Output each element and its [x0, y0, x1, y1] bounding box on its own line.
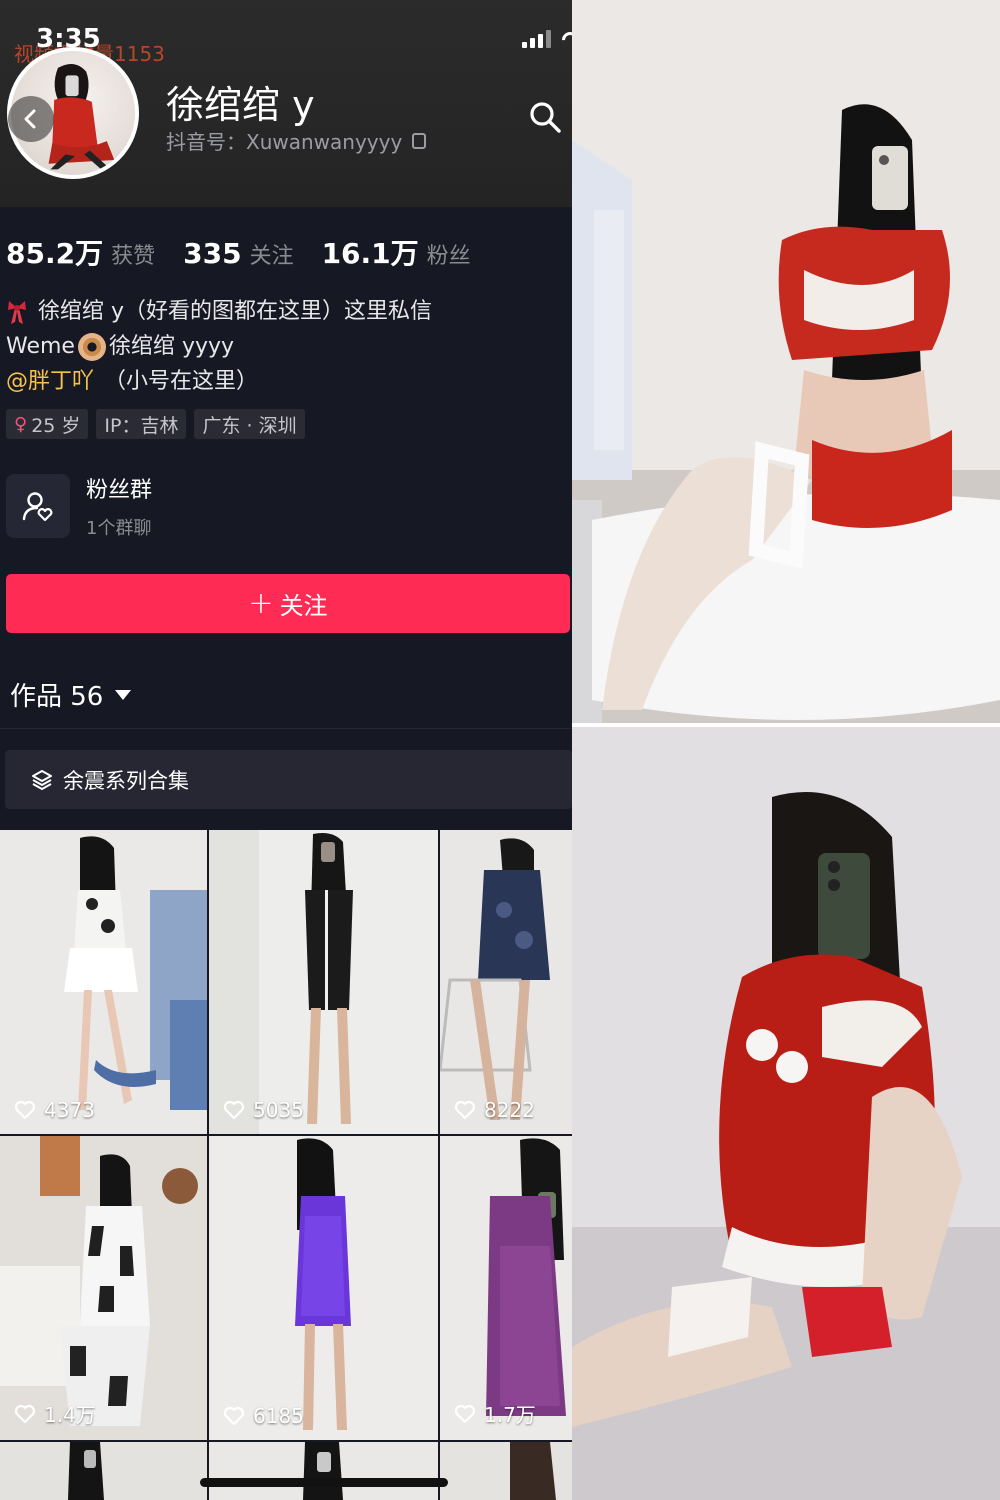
fan-group-text: 粉丝群 1个群聊: [86, 472, 152, 540]
bio-text: （小号在这里）: [104, 369, 259, 394]
thumbnail-image: [209, 830, 438, 1134]
bio-text: Weme: [6, 334, 75, 359]
female-icon: ♀: [14, 413, 28, 435]
bio-line: @胖丁吖 （小号在这里）: [6, 364, 566, 399]
thumbnail-image: [0, 1442, 207, 1500]
like-value: 1.4万: [44, 1403, 96, 1427]
location-tag: 广东 · 深圳: [194, 409, 305, 439]
thumbnail-image: [440, 1442, 572, 1500]
like-value: 1.7万: [484, 1403, 536, 1427]
age-text: 25 岁: [31, 414, 81, 437]
stat-value: 85.2万: [6, 237, 104, 270]
fan-group-title: 粉丝群: [86, 478, 153, 503]
fan-group-icon-box: [6, 474, 70, 538]
heart-icon: [14, 1100, 36, 1120]
back-icon: [24, 109, 36, 129]
video-thumbnail[interactable]: [0, 1442, 207, 1500]
like-count: 8222: [454, 1098, 535, 1122]
photo-image: [572, 0, 1000, 723]
wifi-icon: [558, 28, 572, 52]
video-thumbnail[interactable]: [209, 1442, 438, 1500]
thumbnail-image: [209, 1442, 438, 1500]
ip-tag: IP：吉林: [96, 409, 187, 439]
collection-bar[interactable]: 余震系列合集: [5, 750, 572, 809]
works-grid: 4373 5035 8222 1.4万 6185 1.7万: [0, 830, 572, 1500]
heart-icon: [14, 1404, 36, 1423]
plus-icon: +: [248, 585, 274, 621]
video-thumbnail[interactable]: 5035: [209, 830, 438, 1134]
bio-text: 徐绾绾 y（好看的图都在这里）这里私信: [38, 299, 433, 324]
age-tag: ♀ 25 岁: [6, 409, 89, 439]
profile-tags: ♀ 25 岁 IP：吉林 广东 · 深圳: [6, 409, 305, 439]
profile-name: 徐绾绾 y: [166, 83, 315, 127]
heart-icon: [454, 1404, 476, 1423]
works-tab[interactable]: 作品 56: [10, 676, 132, 713]
stat-value: 16.1万: [321, 237, 419, 270]
like-count: 1.7万: [454, 1399, 536, 1428]
stat-followers[interactable]: 16.1万 粉丝: [322, 232, 471, 272]
like-count: 5035: [223, 1098, 304, 1122]
ip-text: IP：吉林: [104, 414, 179, 437]
follow-label: 关注: [279, 592, 328, 620]
thumbnail-image: [440, 1136, 572, 1440]
back-button[interactable]: [8, 96, 54, 142]
thumbnail-image: [0, 1136, 207, 1440]
stat-label: 关注: [249, 244, 294, 269]
heart-icon: [223, 1406, 245, 1426]
mention-link[interactable]: @胖丁吖: [6, 364, 94, 399]
profile-header: 视频播放量1153 3:35 徐绾绾 y 抖音: [0, 0, 572, 207]
video-thumbnail[interactable]: 8222: [440, 830, 572, 1134]
stat-label: 获赞: [111, 244, 156, 269]
follow-button[interactable]: + 关注: [6, 574, 570, 633]
video-thumbnail[interactable]: [440, 1442, 572, 1500]
profile-bio: 徐绾绾 y（好看的图都在这里）这里私信 Weme 徐绾绾 yyyy @胖丁吖 （…: [6, 294, 566, 399]
works-label: 作品 56: [10, 682, 104, 712]
handle-row: 抖音号：Xuwanwanyyyy: [166, 126, 427, 155]
video-thumbnail[interactable]: 1.7万: [440, 1136, 572, 1440]
donut-icon: [77, 332, 106, 361]
handle-text: 抖音号：Xuwanwanyyyy: [166, 130, 403, 154]
video-thumbnail[interactable]: 4373: [0, 830, 207, 1134]
video-thumbnail[interactable]: 1.4万: [0, 1136, 207, 1440]
stat-following[interactable]: 335 关注: [183, 237, 293, 270]
fan-group-subtitle: 1个群聊: [86, 518, 152, 539]
thumbnail-image: [209, 1136, 438, 1440]
photo-bottom: [572, 727, 1000, 1500]
signal-icon: [522, 42, 527, 48]
search-icon[interactable]: [528, 100, 562, 134]
location-text: 广东 · 深圳: [202, 414, 297, 437]
heart-icon: [454, 1100, 476, 1120]
copy-icon[interactable]: [412, 132, 427, 149]
like-count: 6185: [223, 1404, 304, 1428]
home-indicator[interactable]: [200, 1478, 448, 1487]
collection-label: 余震系列合集: [63, 768, 189, 793]
video-thumbnail[interactable]: 6185: [209, 1136, 438, 1440]
like-value: 8222: [484, 1098, 535, 1122]
divider: [0, 728, 572, 729]
heart-icon: [223, 1100, 245, 1120]
status-icons: [522, 28, 572, 52]
stat-label: 粉丝: [426, 244, 471, 269]
ribbon-icon: [8, 300, 26, 324]
caret-down-icon: [115, 689, 132, 700]
like-count: 4373: [14, 1098, 95, 1122]
photo-image: [572, 727, 1000, 1500]
stat-likes[interactable]: 85.2万 获赞: [6, 232, 155, 272]
bio-text: 徐绾绾 yyyy: [108, 334, 235, 359]
like-count: 1.4万: [14, 1399, 96, 1428]
bio-line: Weme 徐绾绾 yyyy: [6, 329, 566, 364]
thumbnail-image: [0, 830, 207, 1134]
fan-group-entry[interactable]: 粉丝群 1个群聊: [6, 472, 152, 540]
like-value: 4373: [44, 1098, 95, 1122]
stat-value: 335: [183, 237, 242, 270]
profile-stats: 85.2万 获赞 335 关注 16.1万 粉丝: [6, 232, 471, 272]
layers-icon: [32, 769, 52, 790]
fan-group-icon: [22, 492, 53, 522]
photo-top: [572, 0, 1000, 723]
bio-line: 徐绾绾 y（好看的图都在这里）这里私信: [6, 294, 566, 329]
like-value: 6185: [253, 1404, 304, 1428]
profile-screen: 视频播放量1153 3:35 徐绾绾 y 抖音: [0, 0, 572, 1500]
thumbnail-image: [440, 830, 572, 1134]
like-value: 5035: [253, 1098, 304, 1122]
